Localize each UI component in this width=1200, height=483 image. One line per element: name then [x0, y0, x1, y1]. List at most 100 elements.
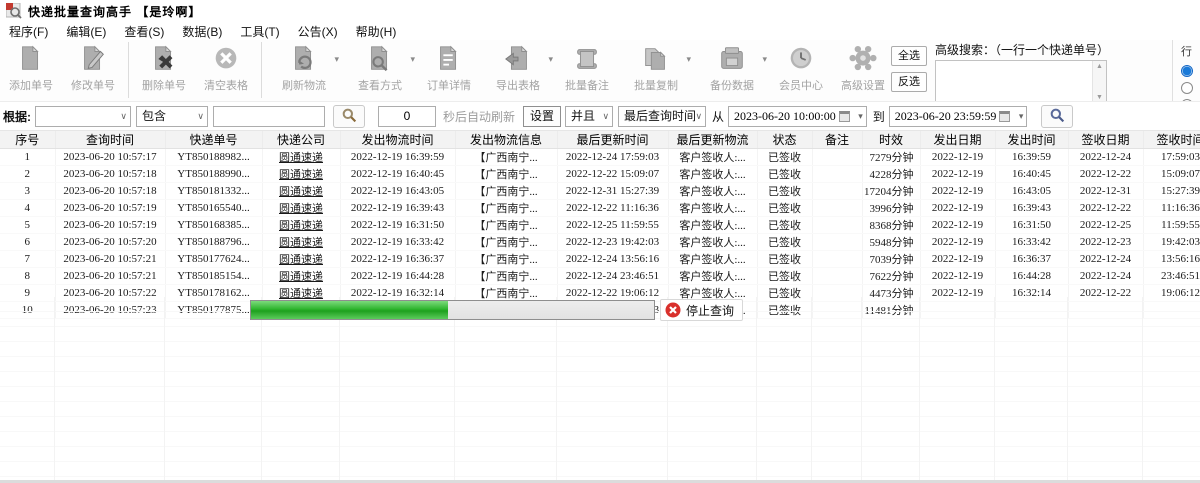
cell: 16:39:43 [995, 199, 1069, 217]
to-date-picker[interactable]: 2023-06-20 23:59:59 ▾ [888, 105, 1028, 127]
settings-button[interactable]: 设置 [523, 105, 562, 127]
select-all-button[interactable]: 全选 [891, 46, 927, 66]
auto-refresh-label: 秒后自动刷新 [443, 109, 516, 124]
table-row[interactable]: 7 2023-06-20 10:57:21 YT850177624... 圆通速递 20… [0, 250, 1200, 268]
menu-item-0[interactable]: 程序(F) [0, 23, 57, 40]
grid-line [556, 297, 557, 480]
column-header-4[interactable]: 发出物流时间 [340, 131, 456, 149]
table-row[interactable]: 1 2023-06-20 10:57:17 YT850188982... 圆通速递 20… [0, 148, 1200, 166]
chevron-down-icon: ∨ [695, 110, 703, 121]
chevron-down-icon: ∨ [197, 110, 204, 121]
cell: 2023-06-20 10:57:18 [55, 182, 166, 200]
dropdown-arrow-icon[interactable]: ▾ [334, 54, 339, 65]
column-header-12[interactable]: 发出时间 [995, 131, 1069, 149]
cell: 7039分钟 [862, 250, 921, 268]
menu-item-2[interactable]: 查看(S) [115, 23, 173, 40]
selection-buttons: 全选 反选 [891, 46, 929, 98]
toolbar-button-14[interactable]: 高级设置 [832, 42, 894, 100]
toolbar-button-7[interactable]: ▾ 查看方式 [342, 42, 418, 100]
logic-select[interactable]: 并且 ∨ [565, 105, 614, 127]
cell: 17:59:03 [1143, 148, 1200, 166]
textarea-scrollbar[interactable]: ▲ ▼ [1092, 61, 1106, 103]
menu-item-1[interactable]: 编辑(E) [57, 23, 115, 40]
cell: YT850188990... [165, 165, 263, 183]
cell: 2022-12-19 16:39:43 [340, 199, 456, 217]
chevron-down-icon: ∨ [602, 110, 610, 121]
dropdown-arrow-icon[interactable]: ▾ [762, 54, 767, 65]
filter-keyword-input[interactable] [213, 105, 325, 127]
cell: YT850165540... [165, 199, 263, 217]
column-header-11[interactable]: 发出日期 [920, 131, 996, 149]
toolbar-button-13[interactable]: 会员中心 [770, 42, 832, 100]
toolbar-button-3[interactable]: 删除单号 [133, 42, 195, 100]
toolbar-button-9[interactable]: ▾ 导出表格 [480, 42, 556, 100]
stop-query-button[interactable]: 停止查询 [660, 299, 744, 321]
table-row[interactable]: 2 2023-06-20 10:57:18 YT850188990... 圆通速递 20… [0, 165, 1200, 183]
toolbar-button-8[interactable]: 订单详情 [418, 42, 480, 100]
cell: 已签收 [757, 199, 813, 217]
menu-item-4[interactable]: 工具(T) [231, 23, 288, 40]
toolbar-button-6[interactable]: ▾ 刷新物流 [266, 42, 342, 100]
column-header-1[interactable]: 查询时间 [55, 131, 166, 149]
column-header-5[interactable]: 发出物流信息 [455, 131, 558, 149]
column-header-10[interactable]: 时效 [862, 131, 921, 149]
column-header-13[interactable]: 签收日期 [1068, 131, 1144, 149]
radio-option-1[interactable] [1181, 82, 1193, 94]
filter-field-select[interactable]: ∨ [35, 105, 131, 127]
scroll-down-icon[interactable]: ▼ [1096, 94, 1103, 101]
menu-item-5[interactable]: 公告(X) [289, 23, 347, 40]
cell: 2022-12-19 [920, 267, 996, 285]
table-row[interactable]: 6 2023-06-20 10:57:20 YT850188796... 圆通速递 20… [0, 233, 1200, 251]
cell: 客户签收人:... [668, 148, 758, 166]
filter-operator-select[interactable]: 包含 ∨ [136, 105, 208, 127]
dropdown-arrow-icon[interactable]: ▾ [548, 54, 553, 65]
toolbar-button-0[interactable]: 添加单号 [0, 42, 62, 100]
clipped-right-panel: 行 [1172, 40, 1200, 106]
cell: 3996分钟 [862, 199, 921, 217]
column-header-2[interactable]: 快递单号 [165, 131, 263, 149]
time-field-select[interactable]: 最后查询时间 ∨ [618, 105, 707, 127]
menu-item-6[interactable]: 帮助(H) [347, 23, 406, 40]
table-row[interactable]: 4 2023-06-20 10:57:19 YT850165540... 圆通速递 20… [0, 199, 1200, 217]
toolbar-button-label: 刷新物流 [282, 80, 326, 92]
dropdown-arrow-icon[interactable]: ▾ [410, 54, 415, 65]
invert-selection-button[interactable]: 反选 [891, 72, 927, 92]
menu-item-3[interactable]: 数据(B) [173, 23, 231, 40]
grid-line [919, 297, 920, 480]
column-header-8[interactable]: 状态 [757, 131, 813, 149]
column-header-7[interactable]: 最后更新物流 [668, 131, 758, 149]
column-header-0[interactable]: 序号 [0, 131, 56, 149]
search-icon [1050, 108, 1065, 122]
column-header-3[interactable]: 快递公司 [262, 131, 341, 149]
menu-bar: 程序(F) 编辑(E) 查看(S) 数据(B) 工具(T) 公告(X) 帮助(H) [0, 22, 1200, 40]
toolbar-button-10[interactable]: 批量备注 [556, 42, 618, 100]
grid-line [667, 297, 668, 480]
cell: 16:31:50 [995, 216, 1069, 234]
toolbar-button-4[interactable]: 清空表格 [195, 42, 257, 100]
column-header-9[interactable]: 备注 [812, 131, 863, 149]
toolbar-button-label: 修改单号 [71, 80, 115, 92]
radio-option-0[interactable] [1181, 65, 1193, 77]
time-search-button[interactable] [1041, 104, 1074, 128]
from-date-picker[interactable]: 2023-06-20 10:00:00 ▾ [728, 105, 867, 127]
grid-line [164, 297, 165, 480]
cell: 客户签收人:... [668, 216, 758, 234]
toolbar-button-12[interactable]: ▾ 备份数据 [694, 42, 770, 100]
dropdown-arrow-icon[interactable]: ▾ [686, 54, 691, 65]
toolbar-button-11[interactable]: ▾ 批量复制 [618, 42, 694, 100]
cell: 1 [0, 148, 56, 166]
filter-search-button[interactable] [333, 104, 365, 128]
column-header-6[interactable]: 最后更新时间 [557, 131, 669, 149]
cell: 2022-12-22 11:16:36 [557, 199, 669, 217]
cell: 圆通速递 [262, 250, 341, 268]
column-header-14[interactable]: 签收时间 [1143, 131, 1200, 149]
cell: 客户签收人:... [668, 267, 758, 285]
cell: 2022-12-19 16:39:59 [340, 148, 456, 166]
table-row[interactable]: 8 2023-06-20 10:57:21 YT850185154... 圆通速递 20… [0, 267, 1200, 285]
toolbar-button-1[interactable]: 修改单号 [62, 42, 124, 100]
table-row[interactable]: 3 2023-06-20 10:57:18 YT850181332... 圆通速递 20… [0, 182, 1200, 200]
table-row[interactable]: 5 2023-06-20 10:57:19 YT850168385... 圆通速递 20… [0, 216, 1200, 234]
auto-refresh-seconds-input[interactable] [378, 105, 436, 127]
advanced-search-input[interactable] [936, 61, 1090, 101]
scroll-up-icon[interactable]: ▲ [1096, 63, 1103, 70]
